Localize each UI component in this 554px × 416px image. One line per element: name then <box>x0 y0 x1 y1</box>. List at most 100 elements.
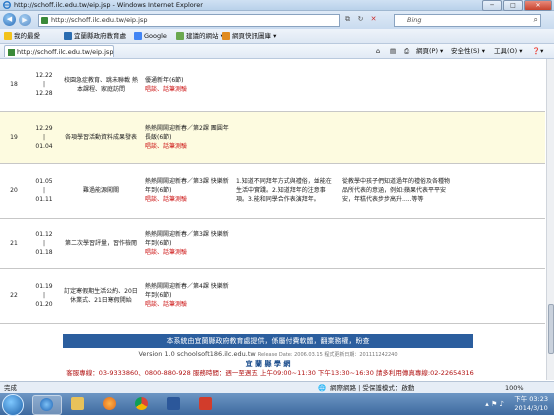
fav-item-google[interactable]: Google <box>134 31 167 41</box>
activity-cell: 從教學中孩子們知道過年的禮俗及各種物品所代表的意涵，例如:蘋果代表平平安安，年糕… <box>339 163 455 219</box>
assessment-text: 唱談、話筆測驗 <box>145 196 188 203</box>
forward-button[interactable]: ▶ <box>19 14 31 26</box>
aim-cell <box>233 218 339 269</box>
print-icon[interactable]: ⎙ <box>404 46 409 56</box>
vertical-scrollbar[interactable] <box>546 59 554 380</box>
table-row: 20 01.05 | 01.11 難過能源闖關 熱熱鬧鬧迎新春／第3課 快樂新年… <box>0 163 545 219</box>
note-cell <box>455 163 545 219</box>
help-menu[interactable]: ❓▾ <box>532 46 543 56</box>
start-button[interactable] <box>2 394 24 416</box>
home-icon[interactable]: ⌂ <box>376 46 380 56</box>
stop-icon[interactable]: ✕ <box>368 14 379 25</box>
assessment-text: 唱談、話筆測驗 <box>145 142 188 150</box>
unit-cell: 熱熱鬧鬧迎新春／第4課 快樂新年到(6節) 唱談、話筆測驗 <box>142 268 233 324</box>
taskbar-media[interactable] <box>96 395 124 413</box>
topic-cell: 校園急症教育、跳未聯載 熱本課程、家庭訪問 <box>60 59 142 112</box>
back-button[interactable]: ◀ <box>3 13 16 26</box>
aim-cell <box>233 111 339 164</box>
minimize-button[interactable]: ─ <box>482 0 502 11</box>
fav-item-suggested[interactable]: 建議的網站 ▾ <box>176 31 224 41</box>
taskbar-explorer[interactable] <box>64 395 92 413</box>
word-icon <box>167 397 180 410</box>
google-icon <box>134 32 142 40</box>
search-placeholder: Bing <box>407 16 422 24</box>
activity-cell <box>339 218 455 269</box>
browser-tab[interactable]: http://schoff.ilc.edu.tw/eip.jsp <box>4 45 114 57</box>
aim-cell: 1.知道不同拜年方式與禮俗，並能在生活中實踐。2.知道拜年的注意事項。3.能和同… <box>233 163 339 219</box>
unit-cell: 熱熱鬧鬧迎新春／第3課 快樂新年到(6節) 唱談、話筆測驗 <box>142 163 233 219</box>
footer-banner: 本系統由宜蘭縣政府教育處提供，係屬付費軟體，翻業務權，盼查 <box>63 334 473 348</box>
topic-cell: 訂定寒假期生活公約、20日休業式、21日寒假開始 <box>60 268 142 324</box>
aim-cell <box>233 268 339 324</box>
version-line: Version 1.0 schoolsoft186.ilc.edu.tw Rel… <box>138 350 398 358</box>
unit-cell: 熱熱鬧鬧迎新春／第3課 快樂新年到(6節) 唱談、話筆測驗 <box>142 218 233 269</box>
activity-cell <box>339 268 455 324</box>
tab-page-icon <box>8 49 15 56</box>
note-cell <box>455 111 545 164</box>
schedule-table: 18 12.22 | 12.28 校園急症教育、跳未聯載 熱本課程、家庭訪問 優… <box>0 59 545 324</box>
address-bar: ◀ ▶ http://schoff.ilc.edu.tw/eip.jsp ⧉ ↻… <box>0 11 554 29</box>
ie-icon <box>40 398 53 411</box>
note-cell <box>455 218 545 269</box>
date-cell: 12.22 | 12.28 <box>28 59 60 112</box>
folder-icon <box>71 397 84 410</box>
activity-cell <box>339 111 455 164</box>
favorites-bar: 我的最愛 宜蘭縣政府教育處 Google 建議的網站 ▾ 網頁快訊圖庫 ▾ <box>0 29 554 44</box>
chrome-icon <box>135 397 148 410</box>
topic-cell: 難過能源闖關 <box>60 163 142 219</box>
compatibility-icon[interactable]: ⧉ <box>342 14 353 25</box>
refresh-icon[interactable]: ↻ <box>355 14 366 25</box>
date-cell: 01.05 | 01.11 <box>28 163 60 219</box>
close-button[interactable]: ✕ <box>524 0 552 11</box>
date-cell: 12.29 | 01.04 <box>28 111 60 164</box>
webslice-icon <box>222 32 230 40</box>
feeds-icon[interactable]: ▤ <box>390 46 396 56</box>
search-field[interactable]: Bing ⌕ <box>394 14 541 27</box>
service-hotline: 客服專線：03-9333860、0800-880-928 服務時間：週一至週五 … <box>66 369 474 377</box>
note-cell <box>455 59 545 112</box>
window-title: http://schoff.ilc.edu.tw/eip.jsp - Windo… <box>14 1 203 9</box>
table-row: 22 01.19 | 01.20 訂定寒假期生活公約、20日休業式、21日寒假開… <box>0 268 545 324</box>
safety-menu[interactable]: 安全性(S) ▾ <box>451 46 485 56</box>
page-menu[interactable]: 網頁(P) ▾ <box>416 46 443 56</box>
media-icon <box>103 397 116 410</box>
assessment-text: 唱談、話筆測驗 <box>145 248 188 256</box>
tab-bar: http://schoff.ilc.edu.tw/eip.jsp ⌂ ▤ ⎙ 網… <box>0 44 554 59</box>
tools-menu[interactable]: 工具(O) ▾ <box>494 46 523 56</box>
unit-cell: 優通新年(6節) 唱談、話筆測驗 <box>142 59 233 112</box>
week-cell: 19 <box>0 111 28 164</box>
table-row: 19 12.29 | 01.04 各項學習活動資料成果發表 熱熱鬧鬧迎新春／第2… <box>0 111 545 164</box>
release-date: Release Date: 2006.03.15 程式更新日期：20111124… <box>257 352 398 358</box>
taskbar-chrome[interactable] <box>128 395 156 413</box>
page-content: 18 12.22 | 12.28 校園急症教育、跳未聯載 熱本課程、家庭訪問 優… <box>0 59 546 380</box>
taskbar: ▴ ⚑ ♪ 下午 03:23 2014/3/10 <box>0 393 554 416</box>
topic-cell: 各項學習活動資料成果發表 <box>60 111 142 164</box>
assessment-text: 唱談、話筆測驗 <box>145 301 188 308</box>
aim-cell <box>233 59 339 112</box>
ie-app-icon <box>3 1 11 9</box>
date-cell: 01.12 | 01.18 <box>28 218 60 269</box>
table-row: 18 12.22 | 12.28 校園急症教育、跳未聯載 熱本課程、家庭訪問 優… <box>0 59 545 112</box>
fav-item-webslice[interactable]: 網頁快訊圖庫 ▾ <box>222 31 276 41</box>
taskbar-app[interactable] <box>192 395 220 413</box>
clock[interactable]: 下午 03:23 2014/3/10 <box>514 395 548 413</box>
tray-icons[interactable]: ▴ ⚑ ♪ <box>485 400 504 408</box>
favorites-button[interactable]: 我的最愛 <box>4 31 40 41</box>
week-cell: 20 <box>0 163 28 219</box>
suggested-icon <box>176 32 184 40</box>
date-cell: 01.19 | 01.20 <box>28 268 60 324</box>
url-text: http://schoff.ilc.edu.tw/eip.jsp <box>51 16 148 24</box>
week-cell: 22 <box>0 268 28 324</box>
star-icon <box>4 32 12 40</box>
search-icon[interactable]: ⌕ <box>534 15 538 25</box>
taskbar-word[interactable] <box>160 395 188 413</box>
activity-cell <box>339 59 455 112</box>
site-icon <box>64 32 72 40</box>
taskbar-ie[interactable] <box>32 395 62 415</box>
topic-cell: 第二次學習評量，習作檢閱 <box>60 218 142 269</box>
scrollbar-thumb[interactable] <box>548 304 554 354</box>
week-cell: 21 <box>0 218 28 269</box>
url-field[interactable]: http://schoff.ilc.edu.tw/eip.jsp <box>38 14 340 27</box>
fav-item-education[interactable]: 宜蘭縣政府教育處 <box>64 31 126 41</box>
maximize-button[interactable]: □ <box>503 0 523 11</box>
